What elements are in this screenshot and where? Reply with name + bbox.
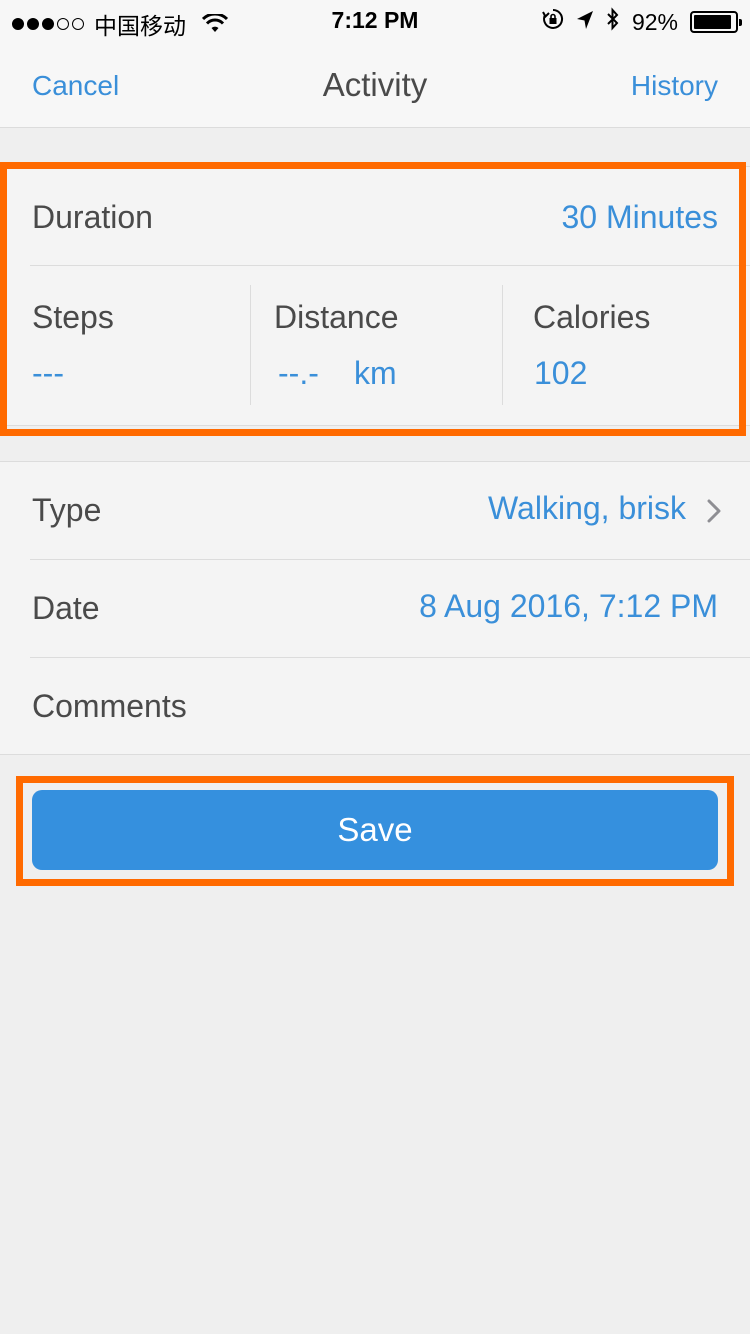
date-value: 8 Aug 2016, 7:12 PM (419, 588, 718, 624)
stats-divider (502, 285, 503, 405)
distance-unit: km (354, 355, 397, 391)
divider (30, 265, 750, 266)
activity-summary-card: Duration 30 Minutes Steps --- Distance -… (0, 166, 750, 426)
type-label: Type (32, 492, 102, 528)
activity-details-card: Type Walking, brisk Date 8 Aug 2016, 7:1… (0, 461, 750, 755)
duration-value[interactable]: 30 Minutes (561, 199, 718, 236)
stats-row: Steps --- Distance --.- km Calories 102 (0, 285, 750, 405)
comments-row[interactable]: Comments (0, 658, 750, 756)
calories-label: Calories (533, 299, 651, 335)
distance-label: Distance (274, 299, 399, 335)
type-value: Walking, brisk (488, 490, 686, 526)
duration-label: Duration (32, 198, 153, 235)
date-row[interactable]: Date 8 Aug 2016, 7:12 PM (0, 560, 750, 658)
location-arrow-icon (576, 9, 594, 36)
calories-value: 102 (534, 355, 588, 391)
navigation-bar: Cancel Activity History (0, 40, 750, 128)
steps-value: --- (32, 355, 64, 391)
chevron-right-icon (706, 498, 722, 529)
stats-divider (250, 285, 251, 405)
date-label: Date (32, 590, 100, 626)
distance-value: --.- (278, 355, 319, 391)
battery-percentage: 92% (631, 8, 678, 35)
save-button[interactable]: Save (32, 790, 718, 870)
orientation-lock-icon (542, 8, 564, 36)
battery-icon (690, 11, 742, 33)
save-area: Save (16, 776, 734, 886)
duration-row[interactable]: Duration 30 Minutes (32, 197, 718, 237)
bluetooth-icon (606, 7, 620, 37)
history-button[interactable]: History (631, 70, 718, 102)
comments-label: Comments (32, 688, 187, 724)
status-bar: 中国移动 7:12 PM 92% (0, 0, 750, 40)
steps-label: Steps (32, 299, 114, 335)
type-row[interactable]: Type Walking, brisk (0, 462, 750, 560)
status-right: 92% (542, 7, 742, 37)
